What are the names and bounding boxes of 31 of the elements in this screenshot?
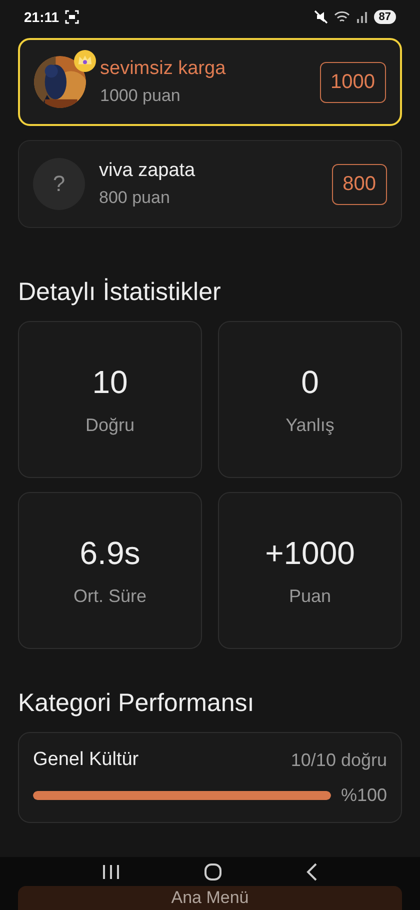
- question-mark: ?: [52, 171, 66, 197]
- category-result: 10/10 doğru: [290, 750, 387, 770]
- score-badge: 1000: [320, 62, 386, 102]
- stat-value: 0: [301, 364, 319, 400]
- recent-apps-icon[interactable]: [102, 864, 120, 880]
- screenshot-icon: [65, 10, 80, 24]
- status-time: 21:11: [24, 9, 60, 25]
- stat-label: Ort. Süre: [73, 586, 147, 606]
- player-points: 800 puan: [99, 188, 171, 208]
- mute-icon: [314, 10, 328, 24]
- wifi-icon: [334, 10, 350, 24]
- stat-label: Doğru: [85, 414, 135, 436]
- score-badge: 800: [332, 164, 387, 204]
- back-icon[interactable]: [306, 862, 318, 880]
- signal-icon: [356, 11, 368, 23]
- stat-value: 10: [92, 364, 128, 400]
- section-title: Detaylı İstatistikler: [18, 278, 222, 307]
- stat-label: Yanlış: [286, 414, 334, 436]
- stat-value: +1000: [265, 534, 355, 572]
- category-name: Genel Kültür: [33, 749, 139, 771]
- player-points: 1000 puan: [100, 86, 182, 106]
- section-title: Kategori Performansı: [18, 689, 256, 718]
- stat-value: 6.9s: [80, 534, 140, 572]
- crown-icon: [74, 50, 96, 72]
- main-menu-button[interactable]: Ana Menü: [18, 886, 402, 910]
- player-name: viva zapata: [99, 160, 196, 182]
- player-name: sevimsiz karga: [100, 58, 227, 80]
- battery-level: 87: [374, 10, 396, 24]
- home-icon[interactable]: [204, 862, 222, 880]
- stat-label: Puan: [288, 586, 332, 606]
- category-percent: %100: [340, 785, 387, 806]
